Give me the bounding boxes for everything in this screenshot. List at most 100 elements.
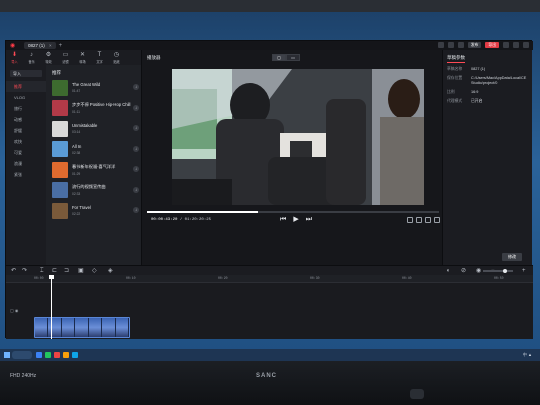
sidebar-category-item[interactable]: 旅行 bbox=[6, 103, 46, 114]
video-preview[interactable] bbox=[172, 69, 424, 205]
ratio-option-wide[interactable]: ▭ bbox=[286, 54, 300, 61]
freeze-icon[interactable]: ◇ bbox=[92, 268, 98, 274]
delete-icon[interactable]: ▣ bbox=[78, 268, 84, 274]
delete-right-icon[interactable]: ⊐ bbox=[64, 268, 70, 274]
link-icon[interactable]: ⊘ bbox=[461, 268, 467, 274]
track-duration: 03:14 bbox=[72, 130, 81, 135]
start-icon[interactable] bbox=[4, 352, 10, 358]
title-bar: ◉ 0827 (1) × + 发布 导出 bbox=[6, 41, 533, 50]
mirror-icon[interactable]: ◈ bbox=[108, 268, 114, 274]
total-time: / 01:20:20:25 bbox=[179, 218, 212, 222]
export-button[interactable]: 导出 bbox=[485, 42, 499, 48]
crop-icon[interactable] bbox=[407, 217, 413, 223]
download-icon[interactable]: ↓ bbox=[133, 186, 139, 193]
tool-filter[interactable]: ▭ 滤镜 bbox=[57, 50, 74, 65]
zoom-knob[interactable] bbox=[503, 268, 507, 273]
preview-axis-icon[interactable]: ◉ bbox=[476, 268, 482, 274]
wechat-icon[interactable] bbox=[45, 352, 51, 358]
magnet-icon[interactable]: ◖ bbox=[446, 268, 452, 274]
next-frame-icon[interactable]: ⏭ bbox=[306, 216, 312, 224]
timeline-ruler[interactable]: 00:00 00:10 00:20 00:30 00:40 00:50 bbox=[6, 275, 533, 283]
publish-button[interactable]: 发布 bbox=[467, 42, 482, 48]
track-duration: 02:33 bbox=[72, 192, 81, 197]
download-icon[interactable]: ↓ bbox=[133, 84, 139, 90]
track-name: 流行的视频宣传曲 bbox=[72, 184, 106, 190]
snapshot-icon[interactable] bbox=[416, 217, 422, 223]
maximize-icon[interactable] bbox=[513, 42, 519, 48]
tool-text[interactable]: T 文字 bbox=[91, 50, 108, 65]
track-cover bbox=[52, 79, 68, 96]
download-icon[interactable]: ↓ bbox=[133, 207, 139, 213]
undo-icon[interactable]: ↶ bbox=[11, 268, 17, 274]
modify-button[interactable]: 修改 bbox=[502, 253, 522, 261]
download-icon[interactable]: ↓ bbox=[133, 166, 139, 172]
sidebar-category-item[interactable]: 欢快 bbox=[6, 136, 46, 147]
track-cover bbox=[52, 202, 68, 219]
explorer-icon[interactable] bbox=[36, 352, 42, 358]
music-track-item[interactable]: The Great Wild 01:47 ↓ bbox=[52, 79, 141, 97]
sidebar-category-item[interactable]: 浪漫 bbox=[6, 158, 46, 169]
settings-icon[interactable] bbox=[447, 42, 454, 48]
tool-effects[interactable]: ⚙ 特效 bbox=[40, 50, 57, 65]
track-cover bbox=[52, 141, 68, 158]
import-music-button[interactable]: 导入 bbox=[10, 70, 42, 77]
tool-label: 滤镜 bbox=[62, 59, 69, 64]
sidebar-category-item[interactable]: VLOG bbox=[6, 92, 46, 103]
track-cover bbox=[52, 182, 68, 199]
close-window-icon[interactable] bbox=[523, 42, 529, 48]
ratio-option-original[interactable]: ▢ bbox=[272, 54, 286, 61]
project-tab[interactable]: 0827 (1) × bbox=[24, 42, 56, 49]
music-track-item[interactable]: 春节新年祝福-喜气洋洋 01:29 ↓ bbox=[52, 161, 141, 179]
help-icon[interactable] bbox=[457, 42, 464, 48]
split-icon[interactable]: ⌶ bbox=[40, 268, 46, 274]
sidebar-category-item[interactable]: 推荐 bbox=[6, 81, 46, 92]
monitor-brand-logo: SANC bbox=[256, 373, 278, 379]
previous-frame-icon[interactable]: ⏮ bbox=[280, 216, 286, 224]
tool-label: 贴纸 bbox=[113, 59, 120, 64]
delete-left-icon[interactable]: ⊏ bbox=[52, 268, 58, 274]
music-track-item[interactable]: All In 02:38 ↓ bbox=[52, 141, 141, 159]
sidebar-category-item[interactable]: 动感 bbox=[6, 114, 46, 125]
download-icon[interactable]: ↓ bbox=[133, 145, 139, 152]
timeline-playhead[interactable] bbox=[48, 275, 54, 339]
music-track-item[interactable]: 步步不停 Positive Hip-Hop Chill 01:11 ↓ bbox=[52, 100, 141, 118]
sidebar-category-item[interactable]: 紧张 bbox=[6, 169, 46, 180]
sidebar-category-item[interactable]: 可爱 bbox=[6, 147, 46, 158]
edge-icon[interactable] bbox=[72, 352, 78, 358]
play-icon[interactable]: ▶ bbox=[293, 216, 298, 224]
draft-params-tab[interactable]: 草稿参数 bbox=[447, 55, 465, 63]
power-button[interactable] bbox=[410, 389, 424, 399]
folder-icon[interactable] bbox=[63, 352, 69, 358]
account-icon[interactable] bbox=[437, 42, 444, 48]
tool-music[interactable]: ♪ 音乐 bbox=[23, 50, 40, 65]
download-icon[interactable]: ↓ bbox=[133, 125, 139, 131]
text-icon: T bbox=[97, 51, 102, 58]
minimize-icon[interactable] bbox=[503, 42, 509, 48]
track-name: 步步不停 Positive Hip-Hop Chill bbox=[72, 102, 131, 108]
zoom-in-icon[interactable]: + bbox=[522, 268, 528, 274]
track-controls[interactable]: ▢ ◉ bbox=[10, 308, 18, 313]
new-tab-icon[interactable]: + bbox=[59, 43, 63, 49]
taskbar-search[interactable] bbox=[12, 351, 32, 359]
ratio-icon[interactable] bbox=[425, 217, 431, 223]
track-name: Unmistakable bbox=[72, 123, 98, 129]
music-track-item[interactable]: Unmistakable 03:14 ↓ bbox=[52, 120, 141, 138]
tool-import[interactable]: ⬇ 导入 bbox=[6, 50, 23, 65]
playback-progress[interactable] bbox=[147, 211, 439, 213]
sidebar-category-item[interactable]: 舒缓 bbox=[6, 125, 46, 136]
system-tray[interactable]: 中 ▲ bbox=[523, 352, 532, 358]
tool-sticker[interactable]: ◷ 贴纸 bbox=[108, 50, 125, 65]
download-icon[interactable]: ↓ bbox=[133, 104, 139, 111]
redo-icon[interactable]: ↷ bbox=[22, 268, 28, 274]
video-clip[interactable] bbox=[34, 317, 130, 338]
ratio-switch: ▢ ▭ bbox=[272, 54, 300, 61]
monitor-badges: FHD 240Hz bbox=[10, 373, 37, 379]
timeline-zoom-slider[interactable] bbox=[483, 268, 513, 273]
tool-label: 特效 bbox=[45, 59, 52, 64]
tool-transition[interactable]: ✕ 转场 bbox=[74, 50, 91, 65]
music-track-item[interactable]: For Travel 02:22 ↓ bbox=[52, 202, 141, 220]
close-tab-icon[interactable]: × bbox=[49, 43, 52, 48]
fullscreen-icon[interactable] bbox=[434, 217, 440, 223]
music-track-item[interactable]: 流行的视频宣传曲 02:33 ↓ bbox=[52, 182, 141, 200]
editor-app-icon[interactable] bbox=[54, 352, 60, 358]
